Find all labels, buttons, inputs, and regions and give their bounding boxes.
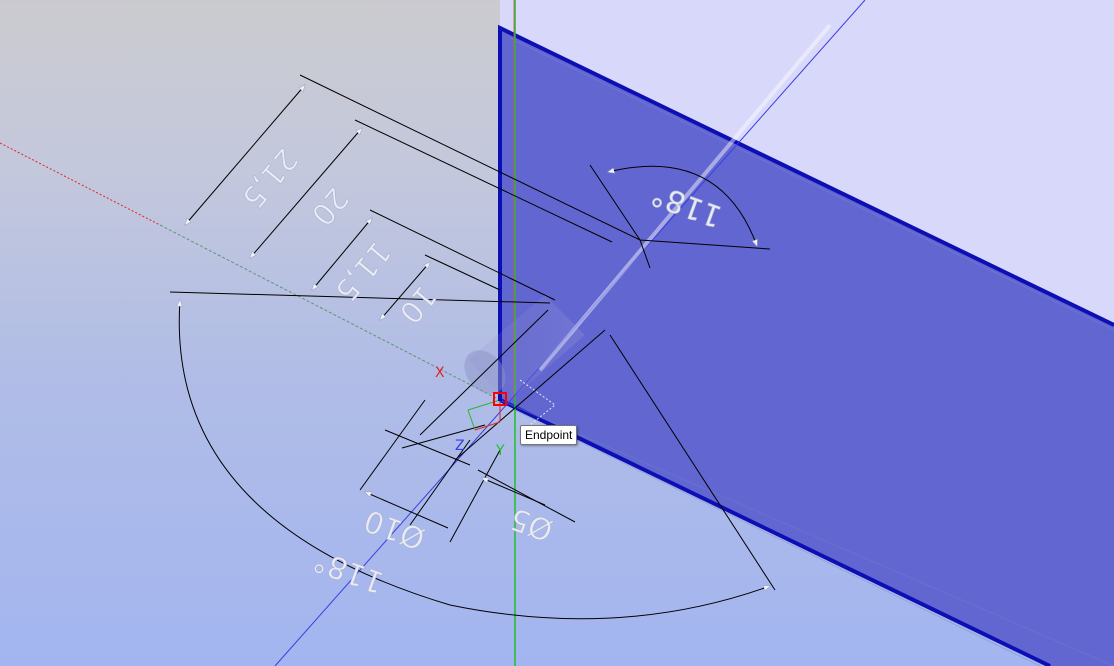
3d-viewport[interactable]: 21,5 20 11,5 10 118° 118° Ø10 Ø5 X Z Y E… bbox=[0, 0, 1114, 666]
triad-label-z: Z bbox=[455, 438, 465, 454]
plate-part[interactable] bbox=[498, 0, 1114, 666]
dim-text-dia-5[interactable]: Ø5 bbox=[505, 500, 558, 548]
triad-label-x: X bbox=[435, 365, 445, 381]
x-axis-line bbox=[0, 142, 161, 226]
x-axis-line-dim bbox=[159, 224, 501, 401]
triad-label-y: Y bbox=[495, 443, 505, 459]
dim-text-20[interactable]: 20 bbox=[303, 180, 355, 232]
scene-canvas[interactable]: 21,5 20 11,5 10 118° 118° Ø10 Ø5 X Z Y bbox=[0, 0, 1114, 666]
dim-text-21-5[interactable]: 21,5 bbox=[234, 141, 304, 215]
dim-line-dia-5[interactable] bbox=[482, 478, 546, 506]
dim-text-10[interactable]: 10 bbox=[391, 278, 443, 330]
dim-text-dia-10[interactable]: Ø10 bbox=[359, 502, 430, 557]
snap-tooltip: Endpoint bbox=[520, 425, 578, 445]
